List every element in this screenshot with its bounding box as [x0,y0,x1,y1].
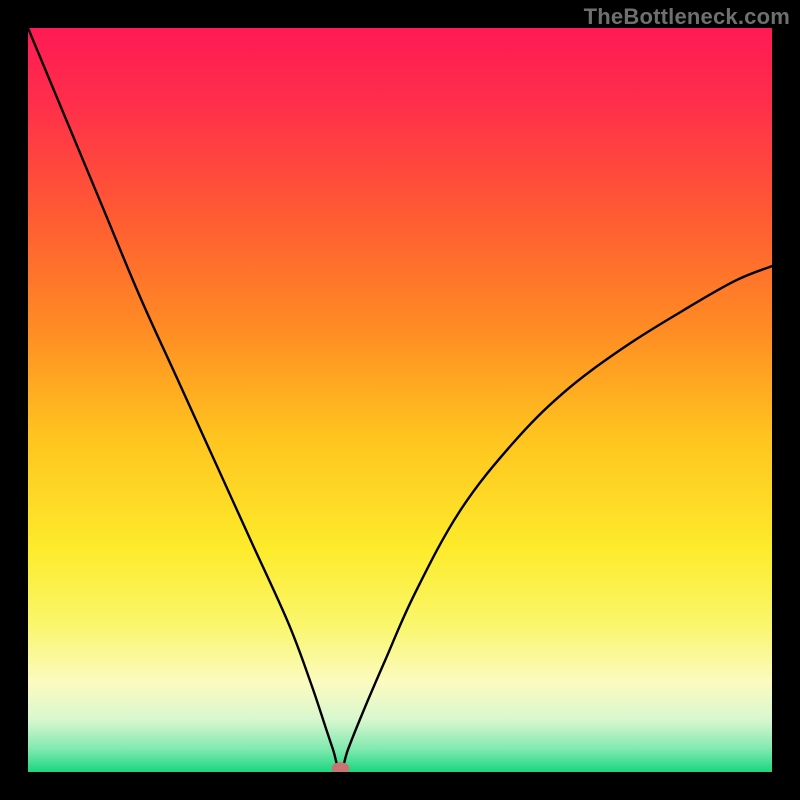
chart-frame: TheBottleneck.com [0,0,800,800]
watermark-text: TheBottleneck.com [584,4,790,30]
gradient-rect [28,28,772,772]
plot-area [28,28,772,772]
chart-svg [28,28,772,772]
